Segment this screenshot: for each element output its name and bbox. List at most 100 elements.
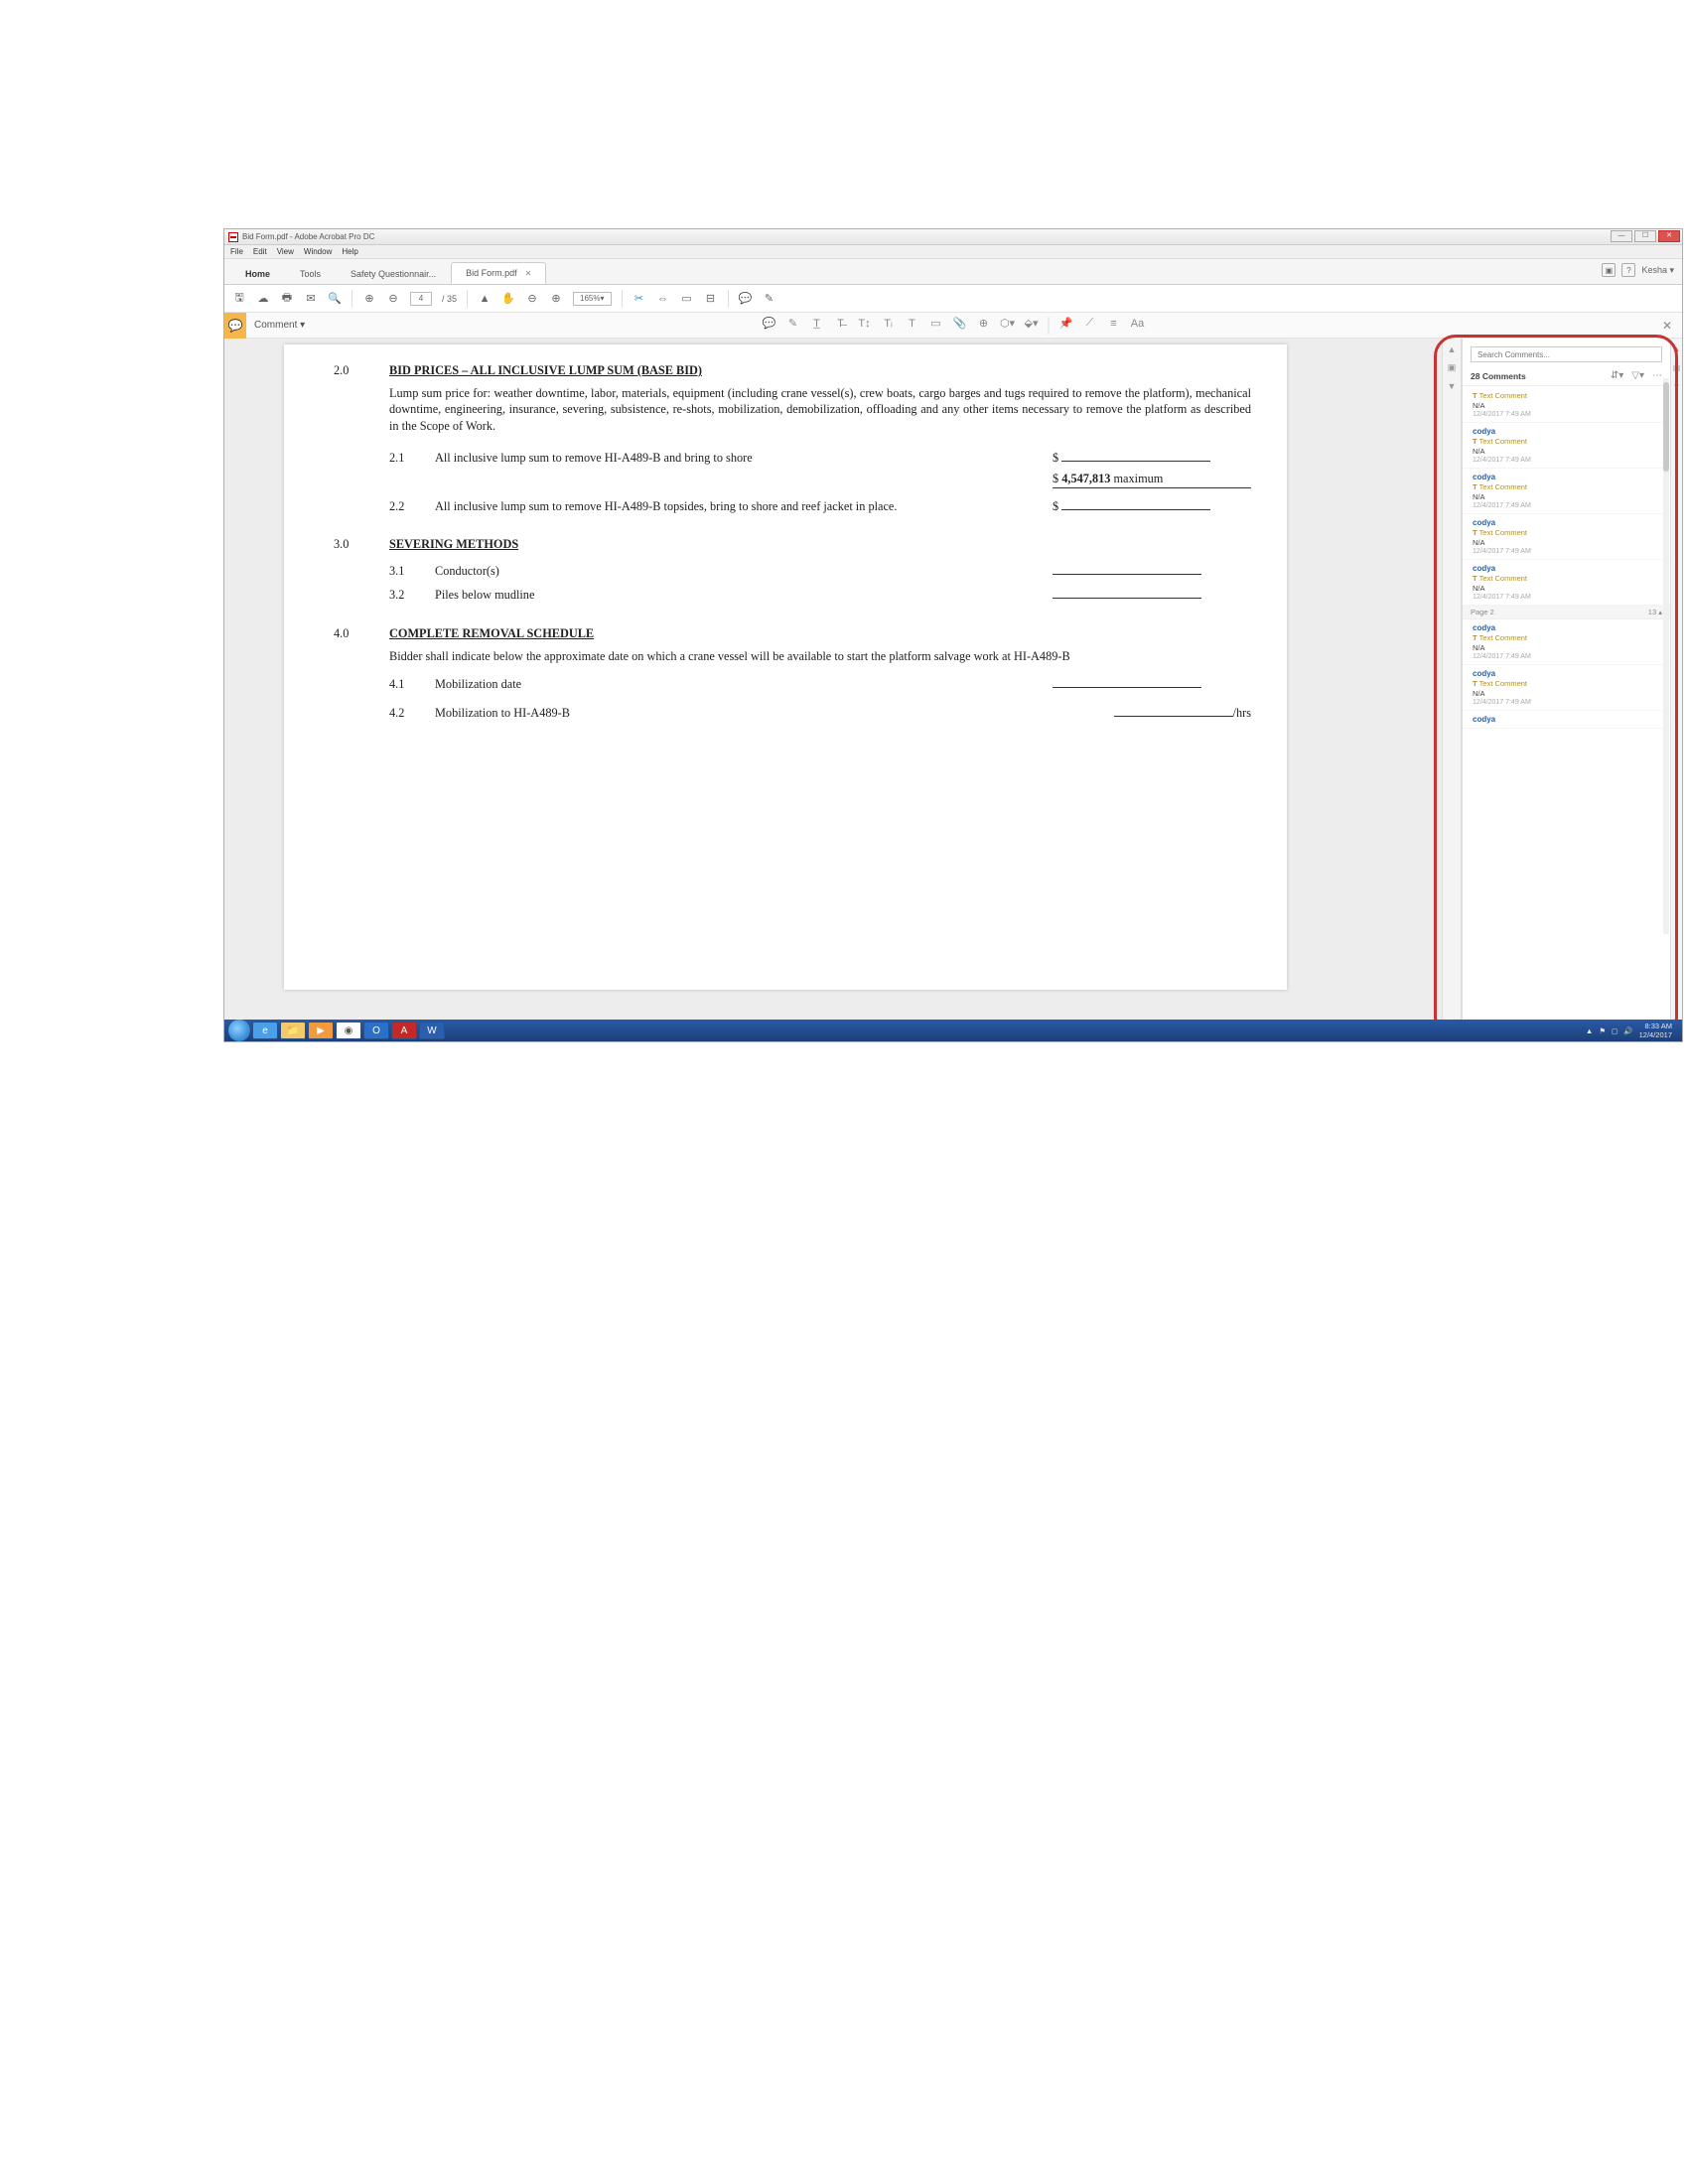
blank-line (1061, 509, 1210, 510)
text-box-icon[interactable]: T (906, 317, 919, 331)
notification-icon[interactable]: ▣ (1602, 263, 1616, 277)
nav-up-icon[interactable]: ▲ (1673, 344, 1681, 353)
scrollbar-thumb[interactable] (1663, 382, 1669, 472)
taskbar-word-icon[interactable]: W (419, 1022, 445, 1039)
user-menu[interactable]: Kesha ▾ (1641, 265, 1674, 276)
comment-item[interactable]: codyaText CommentN/A12/4/2017 7:49 AM (1463, 469, 1670, 514)
taskbar-media-icon[interactable]: ▶ (308, 1022, 334, 1039)
tab-tools[interactable]: Tools (285, 262, 336, 284)
comment-item[interactable]: codyaText CommentN/A12/4/2017 7:49 AM (1463, 514, 1670, 560)
text-replace-icon[interactable]: T↕ (858, 317, 872, 331)
subsection-text: All inclusive lump sum to remove HI-A489… (435, 498, 1053, 515)
sign-icon[interactable]: ✎ (763, 292, 776, 306)
mail-icon[interactable]: ✉ (304, 292, 318, 306)
close-button[interactable]: ✕ (1658, 230, 1680, 242)
fit-width-icon[interactable]: ⇔ (656, 292, 670, 306)
comment-label[interactable]: Comment ▾ (254, 320, 305, 331)
stamp-icon[interactable]: ⊕ (977, 317, 991, 331)
text-insert-icon[interactable]: Tᵢ (882, 317, 896, 331)
fit-page-icon[interactable]: ▭ (680, 292, 694, 306)
text-strike-icon[interactable]: T̶ (834, 317, 848, 331)
page-number-input[interactable]: 4 (410, 292, 432, 306)
page-down-icon[interactable]: ⊖ (386, 292, 400, 306)
right-nav-strip: ▲ ▣ ▼ (1670, 339, 1682, 1020)
unit-label: /hrs (1233, 706, 1251, 720)
menu-window[interactable]: Window (304, 247, 332, 256)
comment-item[interactable]: codyaText CommentN/A12/4/2017 7:49 AM (1463, 560, 1670, 606)
tray-flag-icon[interactable]: ▲ (1586, 1026, 1593, 1035)
tab-close-icon[interactable]: ✕ (525, 269, 532, 278)
pdf-icon (228, 232, 238, 242)
nav-first-icon[interactable]: ▣ (1448, 362, 1457, 373)
nav-down-icon[interactable]: ▼ (1673, 382, 1681, 391)
search-icon[interactable]: 🔍 (328, 292, 342, 306)
highlight-icon[interactable]: ✎ (786, 317, 800, 331)
menu-help[interactable]: Help (342, 247, 357, 256)
tray-battery-icon[interactable]: ◻ (1612, 1026, 1618, 1035)
document-viewport[interactable]: 2.0 BID PRICES – ALL INCLUSIVE LUMP SUM … (224, 339, 1442, 1020)
search-comments-input[interactable] (1471, 346, 1662, 362)
zoom-select[interactable]: 165% ▾ (573, 292, 611, 306)
pointer-icon[interactable]: ▲ (478, 292, 492, 306)
tab-doc-1[interactable]: Safety Questionnair... (336, 262, 451, 284)
minimize-button[interactable]: — (1611, 230, 1632, 242)
start-button[interactable] (228, 1020, 250, 1041)
taskbar-chrome-icon[interactable]: ◉ (336, 1022, 361, 1039)
attach-icon[interactable]: 📎 (953, 317, 967, 331)
sticky-note-icon[interactable]: 💬 (763, 317, 776, 331)
comments-count: 28 Comments (1471, 371, 1526, 381)
windows-taskbar: e 📁 ▶ ◉ O A W ▲ ⚑ ◻ 🔊 8:33 AM 12/4/2017 (224, 1020, 1682, 1041)
hand-icon[interactable]: ✋ (501, 292, 515, 306)
zoom-in-icon[interactable]: ⊕ (549, 292, 563, 306)
maximize-button[interactable]: ☐ (1634, 230, 1656, 242)
print-icon[interactable]: 🖶 (280, 292, 294, 306)
nav-collapse-icon[interactable]: ▣ (1673, 363, 1681, 372)
tab-home[interactable]: Home (230, 262, 285, 284)
more-icon[interactable]: ⋯ (1652, 370, 1662, 381)
save-icon[interactable]: 🖫 (232, 292, 246, 306)
comment-type: Text Comment (1473, 482, 1662, 491)
comment-item[interactable]: codya (1463, 711, 1670, 729)
filter-icon[interactable]: ▽▾ (1631, 370, 1644, 381)
text-props-icon[interactable]: Aa (1131, 317, 1145, 331)
cloud-icon[interactable]: ☁ (256, 292, 270, 306)
text-underline-icon[interactable]: T̲ (810, 317, 824, 331)
stroke-icon[interactable]: ⟋ (1083, 317, 1097, 331)
taskbar-explorer-icon[interactable]: 📁 (280, 1022, 306, 1039)
page-separator[interactable]: Page 213 ▴ (1463, 606, 1670, 619)
selection-icon[interactable]: ✂ (633, 292, 646, 306)
subsection-number: 3.1 (389, 563, 435, 580)
sort-icon[interactable]: ⇵▾ (1611, 370, 1623, 381)
tray-network-icon[interactable]: ⚑ (1599, 1026, 1606, 1035)
text-callout-icon[interactable]: ▭ (929, 317, 943, 331)
menu-view[interactable]: View (277, 247, 294, 256)
close-panel-icon[interactable]: ✕ (1662, 319, 1672, 333)
comment-item[interactable]: codyaText CommentN/A12/4/2017 7:49 AM (1463, 665, 1670, 711)
comment-item[interactable]: codyaText CommentN/A12/4/2017 7:49 AM (1463, 619, 1670, 665)
drawing-tools-icon[interactable]: ⬡▾ (1001, 317, 1015, 331)
taskbar-ie-icon[interactable]: e (252, 1022, 278, 1039)
read-mode-icon[interactable]: ⊟ (704, 292, 718, 306)
taskbar-outlook-icon[interactable]: O (363, 1022, 389, 1039)
tab-doc-2[interactable]: Bid Form.pdf✕ (451, 262, 546, 284)
comments-list[interactable]: Text CommentN/A12/4/2017 7:49 AMcodyaTex… (1463, 386, 1670, 1020)
nav-up-icon[interactable]: ▲ (1448, 344, 1457, 354)
comment-type: Text Comment (1473, 437, 1662, 446)
system-tray[interactable]: ▲ ⚑ ◻ 🔊 8:33 AM 12/4/2017 (1586, 1022, 1678, 1039)
menu-edit[interactable]: Edit (253, 247, 267, 256)
taskbar-acrobat-icon[interactable]: A (391, 1022, 417, 1039)
page-up-icon[interactable]: ⊕ (362, 292, 376, 306)
menu-file[interactable]: File (230, 247, 243, 256)
comment-item[interactable]: codyaText CommentN/A12/4/2017 7:49 AM (1463, 423, 1670, 469)
panel-scrollbar[interactable] (1663, 378, 1669, 934)
tray-clock[interactable]: 8:33 AM 12/4/2017 (1639, 1022, 1672, 1039)
comment-item[interactable]: Text CommentN/A12/4/2017 7:49 AM (1463, 386, 1670, 423)
help-icon[interactable]: ? (1621, 263, 1635, 277)
eraser-icon[interactable]: ⬙▾ (1025, 317, 1039, 331)
nav-down-icon[interactable]: ▼ (1448, 381, 1457, 391)
pin-icon[interactable]: 📌 (1059, 317, 1073, 331)
tray-volume-icon[interactable]: 🔊 (1623, 1026, 1632, 1035)
zoom-out-icon[interactable]: ⊖ (525, 292, 539, 306)
add-comment-icon[interactable]: 💬 (739, 292, 753, 306)
line-weight-icon[interactable]: ≡ (1107, 317, 1121, 331)
